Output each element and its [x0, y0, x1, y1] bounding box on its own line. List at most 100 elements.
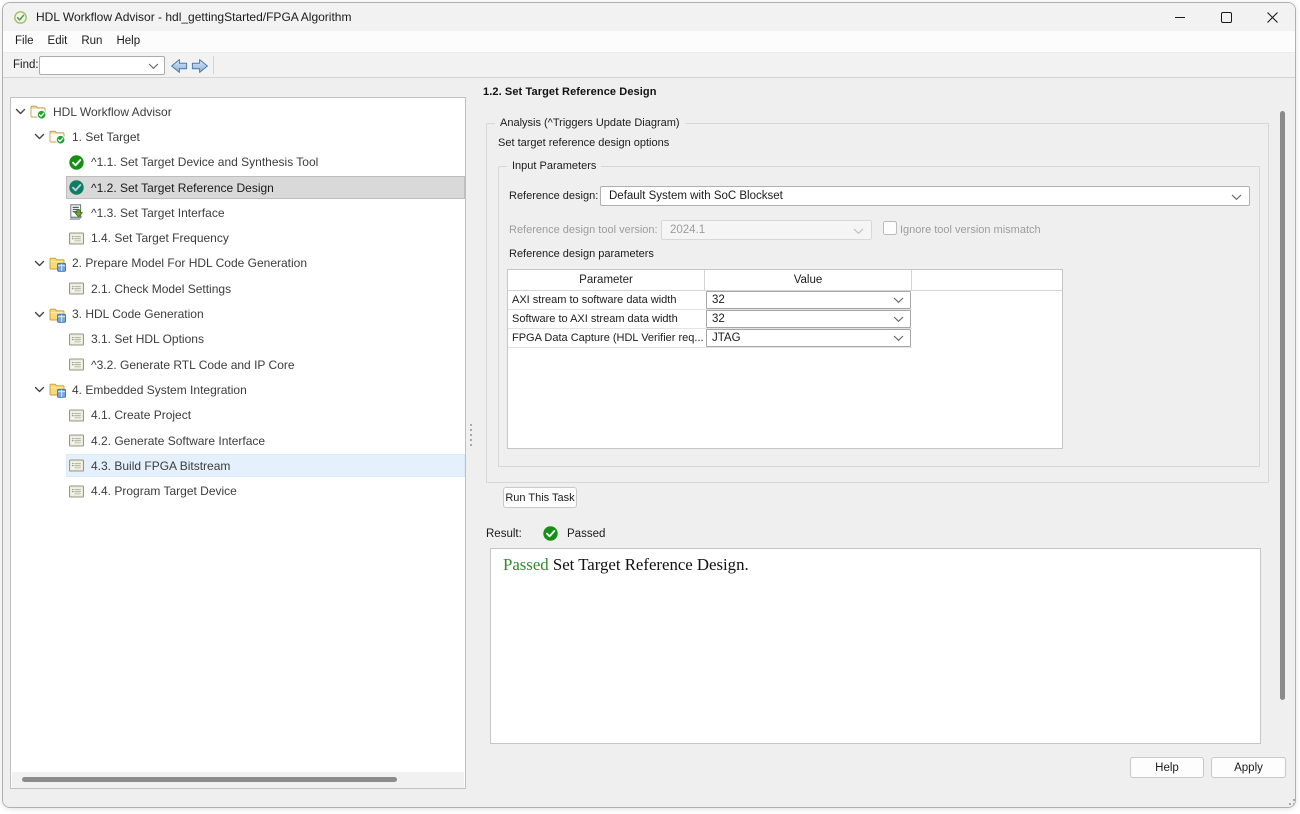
run-this-task-button[interactable]: Run This Task — [503, 487, 577, 508]
reference-design-select[interactable]: Default System with SoC Blockset — [600, 186, 1250, 206]
tree-rows: HDL Workflow Advisor1. Set Target ^1.1. S… — [11, 99, 465, 504]
close-button[interactable] — [1249, 3, 1295, 31]
tree-item[interactable]: 1. Set Target — [11, 124, 465, 149]
tree-item-body[interactable]: 1.4. Set Target Frequency — [66, 227, 465, 250]
task-vertical-scrollbar-thumb[interactable] — [1280, 111, 1285, 700]
menu-item-file[interactable]: File — [8, 31, 41, 52]
find-previous-button[interactable] — [170, 58, 188, 74]
reference-design-label: Reference design: — [509, 190, 598, 202]
task-icon — [68, 230, 85, 247]
task-icon — [68, 432, 85, 449]
find-dropdown-chevron-icon[interactable] — [148, 63, 159, 70]
tree-item[interactable]: ^3.2. Generate RTL Code and IP Core — [11, 352, 465, 377]
tree-expander-icon[interactable] — [12, 99, 28, 124]
tree-item-body[interactable]: ^1.1. Set Target Device and Synthesis To… — [66, 151, 465, 174]
tree-item-label: 2.1. Check Model Settings — [91, 282, 231, 296]
tree-item-label: 4.1. Create Project — [91, 408, 191, 422]
tree-item-body[interactable]: 4.4. Program Target Device — [66, 480, 465, 503]
menu-item-help[interactable]: Help — [109, 31, 147, 52]
task-heading: 1.2. Set Target Reference Design — [483, 86, 657, 98]
maximize-button[interactable] — [1203, 3, 1249, 31]
panel-splitter[interactable] — [469, 424, 473, 446]
tree-item-body[interactable]: 2. Prepare Model For HDL Code Generation — [47, 252, 465, 275]
find-label: Find: — [13, 59, 39, 71]
result-passed-icon — [542, 525, 559, 542]
task-icon — [68, 457, 85, 474]
parameter-column-header: Parameter — [508, 270, 705, 290]
tree-item-body[interactable]: 4.3. Build FPGA Bitstream — [66, 454, 465, 477]
tree-item[interactable]: 2. Prepare Model For HDL Code Generation — [11, 251, 465, 276]
tree-item-body[interactable]: 4. Embedded System Integration — [47, 378, 465, 401]
tree-horizontal-scrollbar-thumb[interactable] — [22, 777, 397, 782]
find-toolbar: Find: — [3, 53, 1295, 78]
tree-item-body[interactable]: HDL Workflow Advisor — [28, 100, 465, 123]
tree-item[interactable]: 2.1. Check Model Settings — [11, 276, 465, 301]
tree-expander-icon[interactable] — [31, 124, 47, 149]
tree-item[interactable]: 3. HDL Code Generation — [11, 301, 465, 326]
tree-expander-icon[interactable] — [31, 377, 47, 402]
tree-item[interactable]: HDL Workflow Advisor — [11, 99, 465, 124]
output-message: Set Target Reference Design. — [549, 555, 749, 574]
folder-gear-icon — [49, 255, 66, 272]
passed-icon — [68, 154, 85, 171]
parameter-value-chevron-icon — [893, 297, 904, 304]
parameter-row: FPGA Data Capture (HDL Verifier req...JT… — [508, 329, 1062, 348]
menu-item-run[interactable]: Run — [74, 31, 109, 52]
parameter-value-select[interactable]: 32 — [706, 310, 911, 328]
ignore-mismatch-label: Ignore tool version mismatch — [900, 224, 1041, 236]
tree-item[interactable]: ^1.1. Set Target Device and Synthesis To… — [11, 150, 465, 175]
minimize-button[interactable] — [1157, 3, 1203, 31]
task-icon — [68, 356, 85, 373]
app-icon — [14, 11, 27, 24]
tree-item[interactable]: 4.4. Program Target Device — [11, 478, 465, 503]
parameter-name-cell: Software to AXI stream data width — [508, 310, 705, 329]
tree-item-body[interactable]: ^1.2. Set Target Reference Design — [66, 176, 465, 199]
window-resize-grip[interactable] — [1286, 796, 1296, 806]
screen: HDL Workflow Advisor - hdl_gettingStarte… — [0, 0, 1300, 814]
menu-item-edit[interactable]: Edit — [41, 31, 75, 52]
tree-item-body[interactable]: ^3.2. Generate RTL Code and IP Core — [66, 353, 465, 376]
parameter-value: 32 — [712, 313, 725, 325]
tree-item-body[interactable]: 1. Set Target — [47, 125, 465, 148]
tree-item[interactable]: 4.1. Create Project — [11, 403, 465, 428]
find-next-button[interactable] — [191, 58, 209, 74]
minimize-icon — [1175, 12, 1185, 22]
tree-item-body[interactable]: ^1.3. Set Target Interface — [66, 201, 465, 224]
menu-bar: FileEditRunHelp — [3, 31, 1295, 53]
options-text: Set target reference design options — [498, 137, 669, 149]
result-status: Passed — [567, 528, 605, 540]
tree-item[interactable]: 4.3. Build FPGA Bitstream — [11, 453, 465, 478]
find-input[interactable] — [39, 56, 165, 75]
tree-item-body[interactable]: 2.1. Check Model Settings — [66, 277, 465, 300]
tree-item[interactable]: 3.1. Set HDL Options — [11, 327, 465, 352]
input-parameters-groupbox: Input Parameters Reference design: Defau… — [498, 166, 1260, 467]
tree-horizontal-scrollbar[interactable] — [12, 772, 464, 788]
tool-version-select[interactable]: 2024.1 — [661, 220, 872, 240]
tree-item[interactable]: ^1.3. Set Target Interface — [11, 200, 465, 225]
tree-item-body[interactable]: 3. HDL Code Generation — [47, 303, 465, 326]
tree-item-label: 4.3. Build FPGA Bitstream — [91, 459, 230, 473]
help-button[interactable]: Help — [1130, 757, 1204, 778]
parameter-name-cell: AXI stream to software data width — [508, 291, 705, 310]
tree-item-body[interactable]: 4.1. Create Project — [66, 404, 465, 427]
folder-check-icon — [30, 103, 47, 120]
tree-item[interactable]: 4.2. Generate Software Interface — [11, 428, 465, 453]
tree-expander-icon[interactable] — [31, 251, 47, 276]
parameter-value-select[interactable]: 32 — [706, 291, 911, 309]
tree-item[interactable]: ^1.2. Set Target Reference Design — [11, 175, 465, 200]
tree-item-label: 2. Prepare Model For HDL Code Generation — [72, 256, 307, 270]
tree-item-label: ^3.2. Generate RTL Code and IP Core — [91, 358, 295, 372]
parameter-name-cell: FPGA Data Capture (HDL Verifier req... — [508, 329, 705, 348]
reference-design-value: Default System with SoC Blockset — [609, 190, 783, 202]
tree-item-label: 3. HDL Code Generation — [72, 307, 204, 321]
tree-item[interactable]: 4. Embedded System Integration — [11, 377, 465, 402]
ignore-mismatch-checkbox[interactable] — [883, 221, 897, 235]
tree-item[interactable]: 1.4. Set Target Frequency — [11, 225, 465, 250]
parameter-value-select[interactable]: JTAG — [706, 329, 911, 347]
value-column-header: Value — [705, 270, 912, 290]
tree-item-body[interactable]: 4.2. Generate Software Interface — [66, 429, 465, 452]
parameter-value-cell: JTAG — [705, 329, 912, 348]
apply-button[interactable]: Apply — [1211, 757, 1286, 778]
tree-expander-icon[interactable] — [31, 301, 47, 326]
tree-item-body[interactable]: 3.1. Set HDL Options — [66, 328, 465, 351]
